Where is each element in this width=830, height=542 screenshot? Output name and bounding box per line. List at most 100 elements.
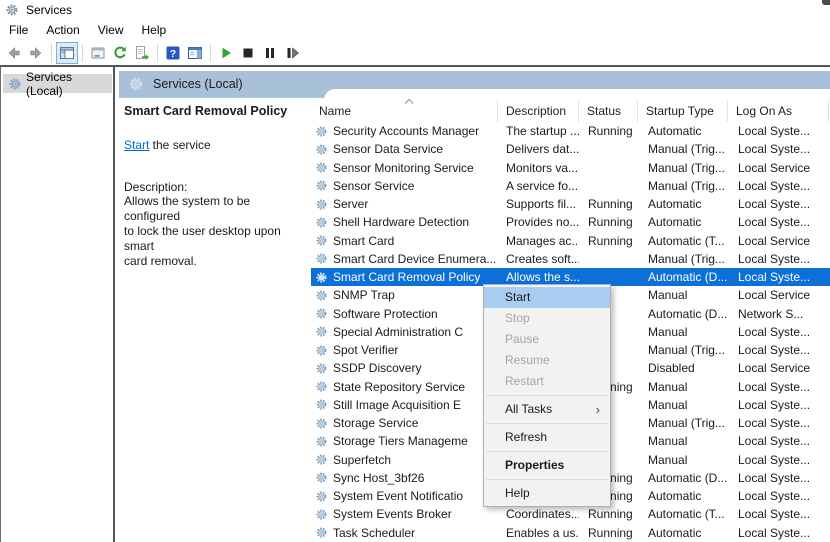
service-startup-cell: Manual: [648, 397, 688, 412]
service-logon-cell: Local Syste...: [738, 397, 811, 412]
service-name: Superfetch: [333, 452, 392, 467]
column-header[interactable]: Startup Type: [638, 100, 728, 122]
table-row[interactable]: Task Scheduler Enables a us... Running A…: [311, 524, 830, 542]
menu-bar-item[interactable]: File: [0, 20, 37, 40]
service-startup-cell: Manual (Trig...: [648, 343, 725, 357]
service-startup-cell: Manual: [648, 434, 688, 449]
menu-bar-item[interactable]: Action: [37, 20, 88, 40]
service-gear-icon: [315, 362, 328, 375]
service-gear-icon: [315, 252, 328, 265]
service-description-cell: A service fo...: [506, 178, 579, 193]
table-row[interactable]: Sensor Service A service fo... Manual (T…: [311, 177, 830, 195]
window-control-fragment: [822, 0, 830, 5]
context-menu-item-pause: Pause: [484, 329, 610, 350]
service-gear-icon: [315, 526, 328, 539]
service-startup-cell: Disabled: [648, 361, 695, 376]
service-logon-cell: Local Syste...: [738, 470, 811, 485]
stop-service-icon[interactable]: [237, 42, 259, 64]
context-menu-item-help[interactable]: Help: [484, 483, 610, 504]
service-startup-cell: Manual: [648, 452, 688, 467]
service-name: Still Image Acquisition E: [333, 397, 462, 412]
service-startup-cell: Manual: [648, 324, 688, 339]
service-name: Smart Card Device Enumera...: [333, 251, 497, 266]
service-gear-icon: [315, 435, 328, 448]
service-gear-icon: [315, 271, 328, 284]
popup-window-icon[interactable]: [87, 42, 109, 64]
context-menu-item-properties[interactable]: Properties: [484, 455, 610, 476]
back-arrow-icon[interactable]: [3, 42, 25, 64]
forward-arrow-icon[interactable]: [25, 42, 47, 64]
menu-item-label: Resume: [505, 353, 550, 367]
context-menu-item-resume: Resume: [484, 350, 610, 371]
service-logon-cell: Local Syste...: [738, 525, 811, 540]
start-service-icon[interactable]: [215, 42, 237, 64]
context-menu-item-refresh[interactable]: Refresh: [484, 427, 610, 448]
service-logon-cell: Local Syste...: [738, 324, 811, 339]
start-service-link[interactable]: Start: [124, 138, 149, 152]
column-header[interactable]: Log On As: [728, 100, 829, 122]
selected-service-title: Smart Card Removal Policy: [124, 104, 288, 118]
service-logon-cell: Local Syste...: [738, 489, 811, 503]
service-name: Task Scheduler: [333, 525, 416, 540]
menu-item-label: Start: [505, 290, 531, 304]
service-logon-cell: Local Syste...: [738, 124, 811, 138]
service-startup-cell: Manual (Trig...: [648, 416, 725, 430]
service-startup-cell: Manual (Trig...: [648, 251, 725, 266]
service-gear-icon: [315, 216, 328, 229]
table-row[interactable]: Security Accounts Manager The startup ..…: [311, 122, 830, 140]
toolbar: ?: [0, 40, 830, 67]
service-name: Sensor Data Service: [333, 142, 444, 157]
menu-item-label: Pause: [505, 332, 540, 346]
show-console-tree-icon[interactable]: [56, 41, 78, 64]
service-gear-icon: [315, 325, 328, 338]
service-name: Shell Hardware Detection: [333, 215, 470, 230]
service-name: Sync Host_3bf26: [333, 470, 425, 485]
service-status-cell: Running: [588, 507, 633, 522]
service-logon-cell: Local Syste...: [738, 434, 811, 449]
menu-bar-item[interactable]: Help: [133, 20, 176, 40]
pause-service-icon[interactable]: [259, 42, 281, 64]
table-row[interactable]: System Events Broker Coordinates... Runn…: [311, 505, 830, 523]
main-area: Services (Local) Services (Local) Smart …: [0, 67, 830, 542]
tree-item-services-local[interactable]: Services (Local): [3, 70, 112, 98]
service-logon-cell: Local Syste...: [738, 142, 811, 157]
context-menu-item-start[interactable]: Start: [484, 287, 610, 308]
service-gear-icon: [315, 179, 328, 192]
menu-item-label: All Tasks: [505, 402, 553, 416]
table-row[interactable]: Smart Card Device Enumera... Creates sof…: [311, 250, 830, 268]
service-logon-cell: Local Service: [738, 361, 811, 376]
service-status-cell: Running: [588, 525, 633, 540]
service-status-cell: Running: [588, 215, 633, 230]
service-startup-cell: Manual (Trig...: [648, 178, 725, 193]
extended-panel: Smart Card Removal Policy Start the serv…: [119, 98, 311, 542]
service-startup-cell: Manual (Trig...: [648, 160, 725, 175]
service-name: State Repository Service: [333, 379, 466, 394]
column-header[interactable]: Description: [498, 100, 579, 122]
service-description: Allows the system to be configured to loc…: [124, 194, 305, 269]
export-list-icon[interactable]: [131, 42, 153, 64]
service-name: Special Administration C: [333, 324, 464, 339]
resume-service-icon[interactable]: [281, 42, 303, 64]
refresh-icon[interactable]: [109, 42, 131, 64]
show-action-pane-icon[interactable]: [184, 42, 206, 64]
services-gear-icon: [128, 76, 144, 92]
table-row[interactable]: Smart Card Manages ac... Running Automat…: [311, 232, 830, 250]
column-header[interactable]: Status: [579, 100, 638, 122]
toolbar-separator: [157, 43, 158, 62]
service-gear-icon: [315, 380, 328, 393]
menu-bar-item[interactable]: View: [89, 20, 133, 40]
services-gear-icon: [8, 77, 22, 91]
service-logon-cell: Local Service: [738, 288, 811, 303]
context-menu: Start Stop Pause Resume Restart All Tasks › Ref…: [483, 284, 611, 507]
table-row[interactable]: Shell Hardware Detection Provides no... …: [311, 213, 830, 231]
table-row[interactable]: Sensor Monitoring Service Monitors va...…: [311, 159, 830, 177]
table-row[interactable]: Server Supports fil... Running Automatic…: [311, 195, 830, 213]
submenu-arrow-icon: ›: [595, 402, 600, 417]
help-icon[interactable]: ?: [162, 42, 184, 64]
context-menu-item-all-tasks[interactable]: All Tasks ›: [484, 399, 610, 420]
table-row[interactable]: Sensor Data Service Delivers dat... Manu…: [311, 140, 830, 158]
service-status-cell: [579, 250, 638, 268]
service-gear-icon: [315, 307, 328, 320]
service-gear-icon: [315, 490, 328, 503]
service-name: SNMP Trap: [333, 288, 395, 303]
